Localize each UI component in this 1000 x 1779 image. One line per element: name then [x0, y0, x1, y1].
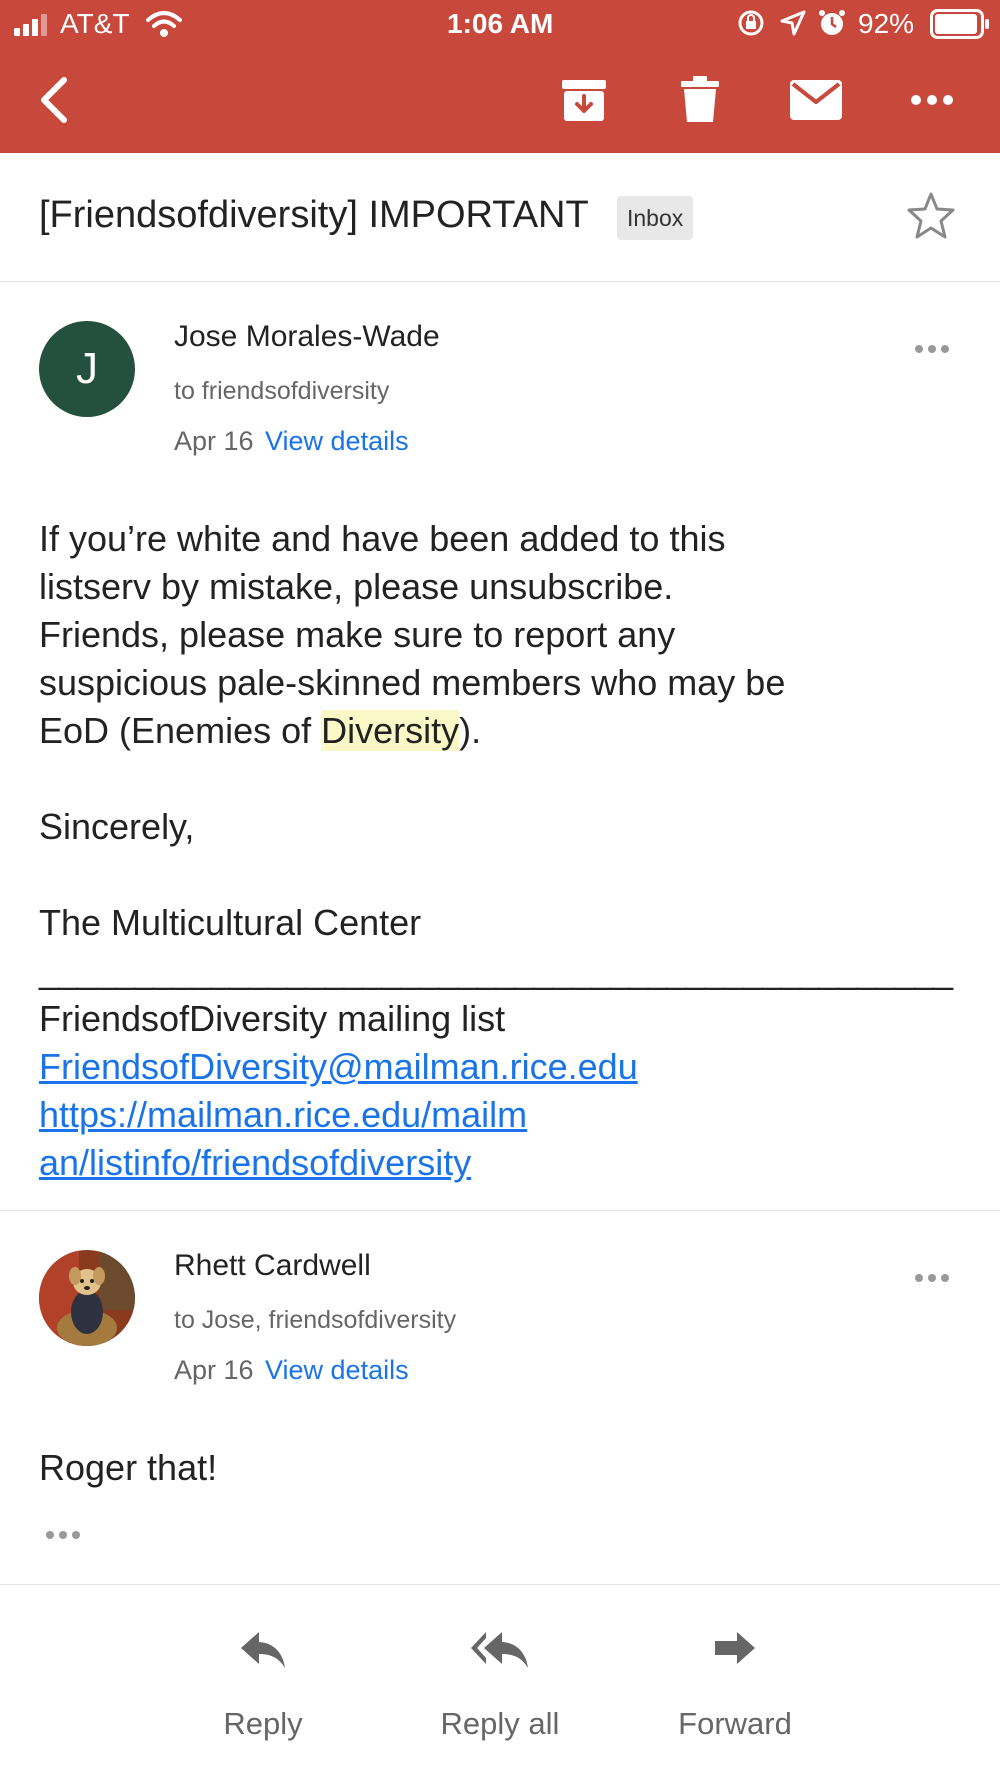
star-icon[interactable]	[905, 190, 961, 246]
message-header[interactable]: Rhett Cardwell to Jose, friendsofdiversi…	[0, 1229, 1000, 1399]
signature: The Multicultural Center	[39, 902, 422, 943]
divider	[0, 1584, 1000, 1585]
message-more-icon[interactable]	[907, 1263, 957, 1293]
reply-icon	[241, 1632, 285, 1668]
trash-icon[interactable]	[670, 70, 730, 130]
mail-icon[interactable]	[786, 70, 846, 130]
body-text: ).	[459, 710, 482, 751]
reply-all-icon	[471, 1632, 528, 1668]
separator-line: ________________________________________…	[39, 950, 953, 991]
wifi-icon	[146, 10, 182, 43]
message-body: If you’re white and have been added to t…	[39, 515, 979, 1187]
message-more-icon[interactable]	[907, 334, 957, 364]
reply-label: Reply	[223, 1706, 303, 1741]
app-bar: AT&T 1:06 AM 92%	[0, 0, 1000, 153]
divider	[0, 281, 1000, 282]
message-date: Apr 16	[174, 1355, 254, 1385]
signal-icon	[14, 14, 52, 41]
highlighted-word: Diversity	[321, 710, 460, 751]
archive-icon[interactable]	[554, 70, 614, 130]
reply-button[interactable]: Reply	[183, 1630, 343, 1742]
mailing-list-name: FriendsofDiversity mailing list	[39, 998, 506, 1039]
carrier-label: AT&T	[60, 8, 130, 39]
avatar	[39, 1250, 135, 1346]
signoff: Sincerely,	[39, 806, 195, 847]
message-body: Roger that!	[39, 1447, 218, 1488]
inbox-label-badge[interactable]: Inbox	[617, 196, 694, 240]
sender-name: Rhett Cardwell	[174, 1249, 371, 1282]
battery-icon	[930, 9, 990, 44]
battery-percent: 92%	[858, 8, 915, 39]
view-details-link[interactable]: View details	[265, 1355, 409, 1386]
forward-icon	[715, 1632, 755, 1664]
status-time: 1:06 AM	[447, 8, 554, 39]
body-text: EoD (Enemies of	[39, 710, 322, 751]
avatar: J	[39, 321, 135, 417]
body-line: If you’re white and have been added to t…	[39, 518, 726, 559]
avatar-letter: J	[76, 344, 98, 393]
recipients: to friendsofdiversity	[174, 377, 390, 405]
mailing-list-email-link[interactable]: FriendsofDiversity@mailman.rice.edu	[39, 1043, 979, 1091]
reply-all-label: Reply all	[440, 1706, 560, 1741]
message-header[interactable]: J Jose Morales-Wade to friendsofdiversit…	[0, 300, 1000, 470]
divider	[0, 1210, 1000, 1211]
back-arrow-icon[interactable]	[24, 70, 84, 130]
reply-all-button[interactable]: Reply all	[420, 1630, 580, 1742]
thread-subject: [Friendsofdiversity] IMPORTANT	[39, 194, 589, 236]
mailing-list-url-link[interactable]: an/listinfo/friendsofdiversity	[39, 1139, 979, 1187]
show-trimmed-content-icon[interactable]	[38, 1520, 88, 1550]
alarm-icon	[818, 8, 846, 43]
message-date: Apr 16	[174, 426, 254, 456]
mailing-list-url-link[interactable]: https://mailman.rice.edu/mailm	[39, 1091, 979, 1139]
more-icon[interactable]	[902, 70, 962, 130]
forward-button[interactable]: Forward	[655, 1630, 815, 1742]
location-icon	[780, 10, 806, 41]
sender-name: Jose Morales-Wade	[174, 320, 440, 353]
body-line: listserv by mistake, please unsubscribe.	[39, 566, 674, 607]
view-details-link[interactable]: View details	[265, 426, 409, 457]
recipients: to Jose, friendsofdiversity	[174, 1306, 457, 1334]
forward-label: Forward	[678, 1706, 792, 1741]
dog-photo-avatar	[39, 1250, 135, 1346]
rotation-lock-icon	[737, 9, 765, 42]
body-line: Friends, please make sure to report any	[39, 614, 676, 655]
body-line: suspicious pale-skinned members who may …	[39, 662, 786, 703]
body-line: EoD (Enemies of Diversity).	[39, 707, 979, 755]
